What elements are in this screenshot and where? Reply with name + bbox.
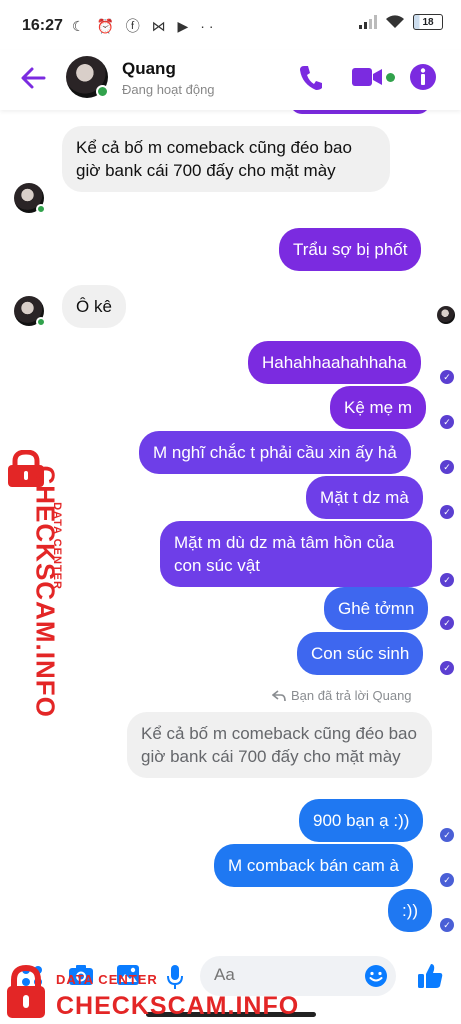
- online-indicator: [96, 85, 109, 98]
- status-notification-icons: ☾ ⏰ ⓕ ⋈ ▶ ··: [72, 18, 218, 34]
- phone-call-icon[interactable]: [298, 64, 324, 92]
- seen-by-avatar: [437, 306, 455, 324]
- message-bubble-outgoing[interactable]: Trẩu sợ bị phốt: [279, 228, 422, 271]
- message-bubble-outgoing[interactable]: Hahahhaahahhaha: [248, 341, 421, 384]
- watermark-side-main: CHECKSCAM.INFO: [30, 465, 61, 718]
- watermark-bottom-sub: DATA CENTER: [56, 972, 158, 987]
- signal-icon: [359, 15, 377, 29]
- delivered-check-icon: ✓: [440, 828, 454, 842]
- message-bubble-outgoing[interactable]: Mặt m dù dz mà tâm hồn của con súc vật: [160, 521, 432, 587]
- watermark-bottom-main: CHECKSCAM.INFO: [56, 992, 300, 1020]
- contact-name[interactable]: Quang: [122, 59, 176, 79]
- message-bubble-outgoing[interactable]: Mặt t dz mà: [306, 476, 423, 519]
- like-thumb-icon[interactable]: [416, 962, 444, 990]
- message-bubble-outgoing[interactable]: Con súc sinh: [297, 632, 424, 675]
- lock-logo-icon: [7, 964, 45, 1018]
- video-active-dot: [386, 73, 395, 82]
- status-bar: 16:27 ☾ ⏰ ⓕ ⋈ ▶ ·· 18: [0, 0, 461, 50]
- wifi-icon: [386, 15, 404, 28]
- contact-status: Đang hoạt động: [122, 82, 215, 97]
- message-bubble-outgoing[interactable]: M comback bán cam à: [214, 844, 414, 887]
- delivered-check-icon: ✓: [440, 505, 454, 519]
- online-indicator: [36, 204, 46, 214]
- online-indicator: [36, 317, 46, 327]
- reply-arrow-icon: [272, 690, 286, 702]
- delivered-check-icon: ✓: [440, 616, 454, 630]
- delivered-check-icon: ✓: [440, 415, 454, 429]
- reply-note: Bạn đã trả lời Quang: [291, 688, 412, 703]
- video-call-icon[interactable]: [352, 66, 384, 88]
- message-bubble-outgoing[interactable]: M nghĩ chắc t phải cầu xin ấy hả: [139, 431, 411, 474]
- message-bubble-outgoing[interactable]: Kệ mẹ m: [330, 386, 427, 429]
- delivered-check-icon: ✓: [440, 573, 454, 587]
- message-bubble-incoming[interactable]: Kể cả bố m comeback cũng đéo bao giờ ban…: [62, 126, 390, 192]
- watermark-bottom: DATA CENTER CHECKSCAM.INFO: [0, 960, 300, 1022]
- status-right: 18: [359, 14, 443, 30]
- delivered-check-icon: ✓: [440, 661, 454, 675]
- quoted-message[interactable]: Kể cả bố m comeback cũng đéo bao giờ ban…: [127, 712, 432, 778]
- battery-icon: 18: [413, 14, 443, 30]
- delivered-check-icon: ✓: [440, 370, 454, 384]
- watermark-side: DATA CENTER CHECKSCAM.INFO: [0, 450, 63, 718]
- message-bubble-outgoing[interactable]: Ghê tởmn: [324, 587, 429, 630]
- message-bubble-outgoing[interactable]: 900 bạn ạ :)): [299, 799, 424, 842]
- message-bubble-outgoing-partial[interactable]: [290, 110, 430, 114]
- conversation-header: Quang Đang hoạt động: [0, 50, 461, 110]
- message-bubble-outgoing[interactable]: :)): [388, 889, 433, 932]
- battery-level: 18: [422, 16, 434, 28]
- back-arrow-icon[interactable]: [18, 63, 48, 93]
- message-bubble-incoming[interactable]: Ô kê: [62, 285, 126, 328]
- delivered-check-icon: ✓: [440, 873, 454, 887]
- delivered-check-icon: ✓: [440, 918, 454, 932]
- delivered-check-icon: ✓: [440, 460, 454, 474]
- info-icon[interactable]: [410, 64, 436, 90]
- status-time: 16:27: [22, 17, 63, 34]
- message-list[interactable]: Kể cả bố m comeback cũng đéo bao giờ ban…: [0, 110, 461, 950]
- emoji-icon[interactable]: [364, 964, 388, 988]
